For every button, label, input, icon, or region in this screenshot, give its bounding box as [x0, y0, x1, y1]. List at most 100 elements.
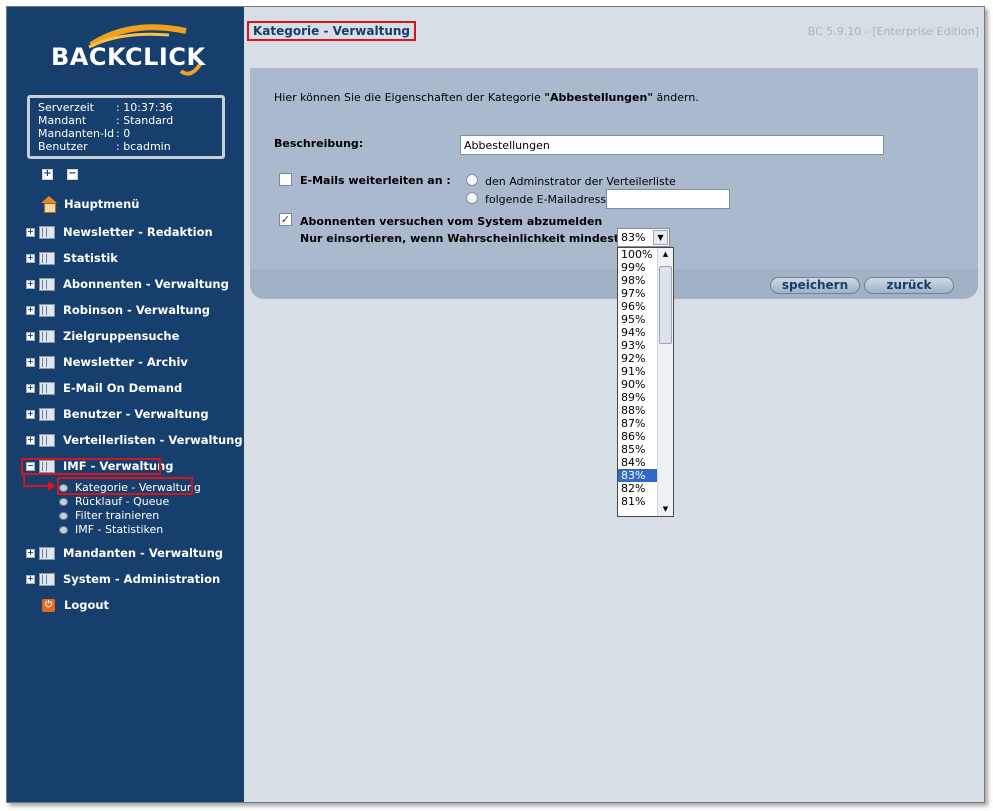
nav-item-robinson[interactable]: + Robinson - Verwaltung	[7, 301, 210, 319]
probability-dropdown-list[interactable]: 100% 99% 98% 97% 96% 95% 94% 93% 92% 91% 90% 89% 88%…	[617, 247, 674, 517]
nav-item-email-on-demand[interactable]: + E-Mail On Demand	[7, 379, 182, 397]
expand-icon[interactable]: +	[26, 227, 35, 237]
highlight-arrow-icon	[23, 473, 56, 491]
info-row: Serverzeit: 10:37:36	[38, 101, 214, 114]
expand-icon[interactable]: +	[26, 305, 35, 315]
radio-email-label: folgende E-Mailadresse :	[485, 193, 621, 206]
intro-text: Hier können Sie die Eigenschaften der Ka…	[274, 91, 699, 104]
dropdown-option[interactable]: 83%	[618, 469, 657, 482]
dropdown-option[interactable]: 91%	[618, 365, 657, 378]
dropdown-option[interactable]: 94%	[618, 326, 657, 339]
folder-icon	[39, 251, 55, 265]
unsubscribe-checkbox[interactable]: ✓	[279, 213, 292, 226]
expand-all-button[interactable]: +	[42, 169, 53, 180]
nav-item-label: Verteilerlisten - Verwaltung	[63, 433, 243, 447]
description-input[interactable]: Abbestellungen	[460, 135, 884, 155]
sub-item-imf-statistiken[interactable]: IMF - Statistiken	[59, 523, 163, 536]
expand-icon[interactable]: +	[26, 574, 35, 584]
intro-prefix: Hier können Sie die Eigenschaften der Ka…	[274, 91, 545, 104]
folder-icon	[39, 572, 55, 586]
info-key: Mandant	[38, 114, 87, 127]
info-value: : Standard	[116, 114, 174, 127]
sub-item-ruecklauf[interactable]: Rücklauf - Queue	[59, 495, 169, 508]
dropdown-option[interactable]: 81%	[618, 495, 657, 508]
dropdown-option[interactable]: 82%	[618, 482, 657, 495]
backclick-logo: BACKCLICK	[51, 23, 211, 83]
dropdown-option[interactable]: 93%	[618, 339, 657, 352]
dropdown-option[interactable]: 99%	[618, 261, 657, 274]
scroll-thumb[interactable]	[659, 266, 672, 344]
dropdown-option[interactable]: 89%	[618, 391, 657, 404]
app-window: BACKCLICK Serverzeit: 10:37:36 Mandant : …	[6, 6, 985, 803]
dropdown-option[interactable]: 87%	[618, 417, 657, 430]
nav-item-label: Benutzer - Verwaltung	[63, 407, 209, 421]
bullet-icon	[59, 497, 68, 506]
version-label: BC 5.9.10 - [Enterprise Edition]	[807, 25, 979, 38]
dropdown-option[interactable]: 98%	[618, 274, 657, 287]
dropdown-option[interactable]: 86%	[618, 430, 657, 443]
nav-item-mandanten[interactable]: + Mandanten - Verwaltung	[7, 544, 223, 562]
nav-item-verteilerlisten[interactable]: + Verteilerlisten - Verwaltung	[7, 431, 243, 449]
nav-item-abonnenten[interactable]: + Abonnenten - Verwaltung	[7, 275, 229, 293]
dropdown-option[interactable]: 85%	[618, 443, 657, 456]
forward-checkbox[interactable]	[279, 173, 292, 186]
logo-text: BACKCLICK	[51, 43, 206, 71]
nav-item-zielgruppensuche[interactable]: + Zielgruppensuche	[7, 327, 179, 345]
dropdown-option[interactable]: 88%	[618, 404, 657, 417]
nav-item-benutzer[interactable]: + Benutzer - Verwaltung	[7, 405, 209, 423]
radio-email[interactable]	[466, 192, 478, 204]
expand-icon[interactable]: +	[26, 409, 35, 419]
nav-item-statistik[interactable]: + Statistik	[7, 249, 118, 267]
dropdown-option[interactable]: 96%	[618, 300, 657, 313]
email-input[interactable]	[606, 189, 730, 209]
expand-icon[interactable]: +	[26, 435, 35, 445]
forward-label: E-Mails weiterleiten an :	[300, 174, 451, 187]
bullet-icon	[59, 511, 68, 520]
folder-icon	[39, 546, 55, 560]
unsubscribe-label: Abonnenten versuchen vom System abzumeld…	[300, 215, 603, 228]
nav-item-newsletter-redaktion[interactable]: + Newsletter - Redaktion	[7, 223, 213, 241]
description-label: Beschreibung:	[274, 137, 364, 150]
radio-admin-label: den Adminstrator der Verteilerliste	[485, 175, 676, 188]
expand-icon[interactable]: +	[26, 548, 35, 558]
back-button[interactable]: zurück	[864, 277, 954, 294]
nav-item-label: Newsletter - Archiv	[63, 355, 188, 369]
dropdown-option[interactable]: 90%	[618, 378, 657, 391]
info-row: Mandanten-Id: 0	[38, 127, 214, 140]
intro-suffix: ändern.	[653, 91, 699, 104]
nav-item-label: Abonnenten - Verwaltung	[63, 277, 229, 291]
scroll-down-icon[interactable]: ▼	[658, 503, 673, 516]
sidebar: BACKCLICK Serverzeit: 10:37:36 Mandant : …	[7, 7, 244, 802]
dropdown-option[interactable]: 100%	[618, 248, 657, 261]
nav-item-label: Mandanten - Verwaltung	[63, 546, 224, 560]
nav-item-label: Logout	[64, 598, 110, 612]
expand-icon[interactable]: +	[26, 253, 35, 263]
dropdown-option[interactable]: 92%	[618, 352, 657, 365]
nav-item-newsletter-archiv[interactable]: + Newsletter - Archiv	[7, 353, 188, 371]
expand-icon[interactable]: +	[26, 383, 35, 393]
nav-item-label: Statistik	[63, 251, 118, 265]
main-content: Kategorie - Verwaltung BC 5.9.10 - [Ente…	[244, 7, 984, 802]
nav-item-home[interactable]: Hauptmenü	[7, 195, 139, 213]
nav-item-system[interactable]: + System - Administration	[7, 570, 220, 588]
dropdown-option[interactable]: 97%	[618, 287, 657, 300]
nav-item-logout[interactable]: ⏻ Logout	[7, 596, 109, 614]
folder-icon	[39, 329, 55, 343]
chevron-down-icon[interactable]: ▼	[653, 230, 668, 245]
highlight-box-kategorie	[57, 477, 193, 495]
expand-icon[interactable]: +	[26, 357, 35, 367]
expand-icon[interactable]: +	[26, 331, 35, 341]
sub-item-filter[interactable]: Filter trainieren	[59, 509, 159, 522]
scroll-up-icon[interactable]: ▲	[658, 248, 673, 261]
probability-select[interactable]: 83% ▼	[617, 228, 670, 247]
scrollbar[interactable]: ▲ ▼	[657, 248, 673, 516]
collapse-all-button[interactable]: −	[67, 169, 78, 180]
probability-value: 83%	[621, 231, 646, 244]
expand-icon[interactable]: +	[26, 279, 35, 289]
dropdown-option[interactable]: 84%	[618, 456, 657, 469]
power-icon: ⏻	[42, 598, 55, 612]
save-button[interactable]: speichern	[770, 277, 860, 294]
dropdown-option[interactable]: 95%	[618, 313, 657, 326]
radio-admin[interactable]	[466, 174, 478, 186]
sub-item-label: Filter trainieren	[75, 509, 160, 522]
